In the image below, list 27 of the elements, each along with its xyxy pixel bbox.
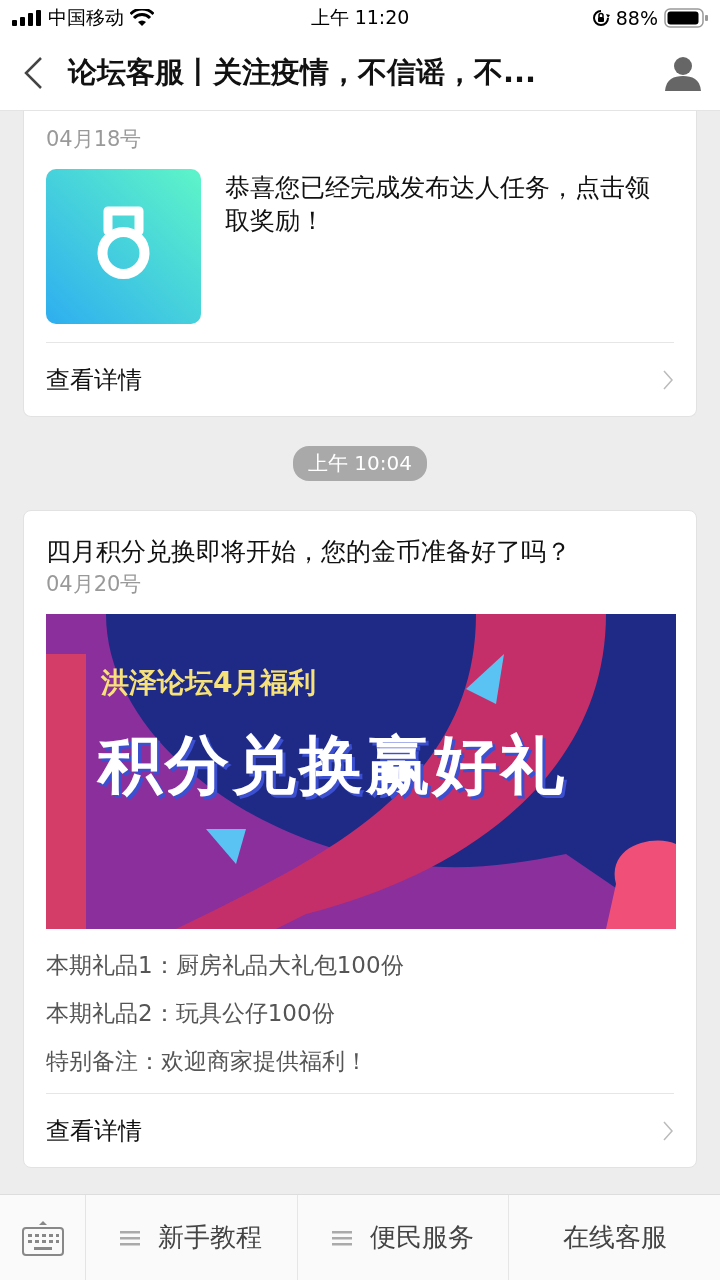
profile-button[interactable] xyxy=(664,55,702,91)
carrier-name: 中国移动 xyxy=(48,5,124,30)
rotation-lock-icon xyxy=(591,9,610,27)
wifi-icon xyxy=(130,9,154,27)
timestamp: 上午 10:04 xyxy=(293,446,427,481)
gift-line: 本期礼品2：玩具公仔100份 xyxy=(46,999,336,1028)
gift-line: 本期礼品1：厨房礼品大礼包100份 xyxy=(46,951,405,980)
back-button[interactable] xyxy=(22,56,44,90)
message-title: 四月积分兑换即将开始，您的金币准备好了吗？ xyxy=(46,536,572,568)
chevron-icon xyxy=(662,368,674,391)
page-title: 论坛客服丨关注疫情，不信谣，不... xyxy=(68,54,538,91)
view-details-link[interactable]: 查看详情 xyxy=(46,1114,142,1147)
menu-item[interactable]: 新手教程 xyxy=(86,1195,297,1280)
battery-icon xyxy=(664,8,708,28)
message-date: 04月18号 xyxy=(46,126,143,153)
view-details-link[interactable]: 查看详情 xyxy=(46,363,142,396)
battery-percent: 88% xyxy=(615,7,658,29)
message-date: 04月20号 xyxy=(46,571,143,598)
menu-item[interactable]: 在线客服 xyxy=(508,1195,720,1280)
status-time: 上午 11:20 xyxy=(309,5,411,30)
message-text: 恭喜您已经完成发布达人任务，点击领取奖励！ xyxy=(225,172,651,237)
keyboard-icon xyxy=(20,1219,65,1256)
medal-icon xyxy=(46,169,201,324)
chevron-icon xyxy=(662,1119,674,1142)
signal-icon xyxy=(12,10,42,26)
menu-item[interactable]: 便民服务 xyxy=(296,1195,509,1280)
gift-line: 特别备注：欢迎商家提供福利！ xyxy=(46,1047,369,1076)
